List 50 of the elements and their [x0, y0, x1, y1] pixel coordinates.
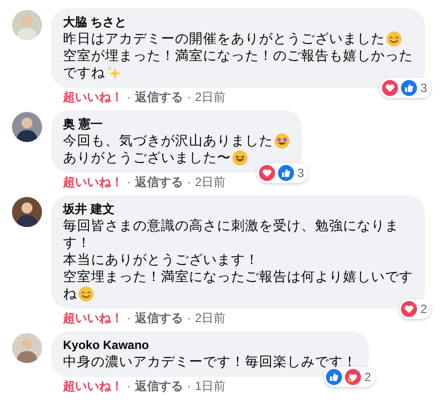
separator: ·	[127, 311, 131, 326]
comment-text: 昨日はアカデミーの開催をありがとうございました	[63, 30, 385, 47]
reaction-count: 2	[364, 370, 371, 384]
reply-link[interactable]: 返信する	[135, 90, 183, 105]
smile-emoji-icon	[78, 286, 94, 302]
thumbs-up-icon	[326, 369, 342, 385]
reaction-count: 3	[420, 81, 427, 95]
separator: ·	[127, 175, 131, 190]
thumbs-up-icon	[278, 165, 294, 181]
reaction-badge[interactable]: 2	[324, 367, 375, 387]
love-link[interactable]: 超いいね！	[63, 379, 123, 394]
separator: ·	[187, 175, 191, 190]
author-name: 奥 憲一	[63, 116, 104, 132]
love-link[interactable]: 超いいね！	[63, 311, 123, 326]
reply-link[interactable]: 返信する	[135, 379, 183, 394]
separator: ·	[187, 379, 191, 394]
comment-text: ですね	[63, 64, 105, 81]
timestamp[interactable]: 2日前	[195, 90, 226, 105]
reaction-badge[interactable]: 2	[399, 299, 431, 319]
separator: ·	[127, 90, 131, 105]
grin-emoji-icon	[232, 150, 248, 166]
reaction-count: 3	[297, 166, 304, 180]
comment-text: 今回も、気づきが沢山ありました	[63, 132, 273, 149]
star-eyes-emoji-icon	[274, 132, 290, 148]
thumbs-up-icon	[401, 80, 418, 96]
smile-emoji-icon	[386, 30, 402, 46]
author-name: 坂井 建文	[63, 201, 116, 217]
comment-text: ね	[63, 285, 77, 302]
comment-text: ありがとうございました〜	[63, 149, 231, 166]
comment-text: 空室埋まった！満室になったご報告は何より嬉しいです	[63, 268, 413, 285]
separator: ·	[187, 311, 191, 326]
timestamp[interactable]: 1日前	[195, 379, 226, 394]
timestamp[interactable]: 2日前	[195, 175, 226, 190]
separator: ·	[127, 379, 131, 394]
comment-text: す！	[63, 234, 91, 251]
comment-text: 空室が埋まった！満室になった！のご報告も嬉しかった	[63, 47, 413, 64]
reply-link[interactable]: 返信する	[135, 311, 183, 326]
comment-text: 毎回皆さまの意識の高さに刺激を受け、勉強になりま	[63, 217, 399, 234]
reaction-badge[interactable]: 3	[380, 78, 431, 98]
separator: ·	[187, 90, 191, 105]
timestamp[interactable]: 2日前	[195, 311, 226, 326]
love-link[interactable]: 超いいね！	[63, 175, 123, 190]
sparkles-icon	[106, 64, 122, 80]
reply-link[interactable]: 返信する	[135, 175, 183, 190]
love-link[interactable]: 超いいね！	[63, 90, 123, 105]
comment-text: 本当にありがとうございます！	[63, 251, 259, 268]
author-name: Kyoko Kawano	[63, 337, 150, 353]
reaction-count: 2	[420, 302, 427, 316]
author-name: 大脇 ちさと	[63, 14, 128, 30]
reaction-badge[interactable]: 3	[257, 163, 308, 183]
